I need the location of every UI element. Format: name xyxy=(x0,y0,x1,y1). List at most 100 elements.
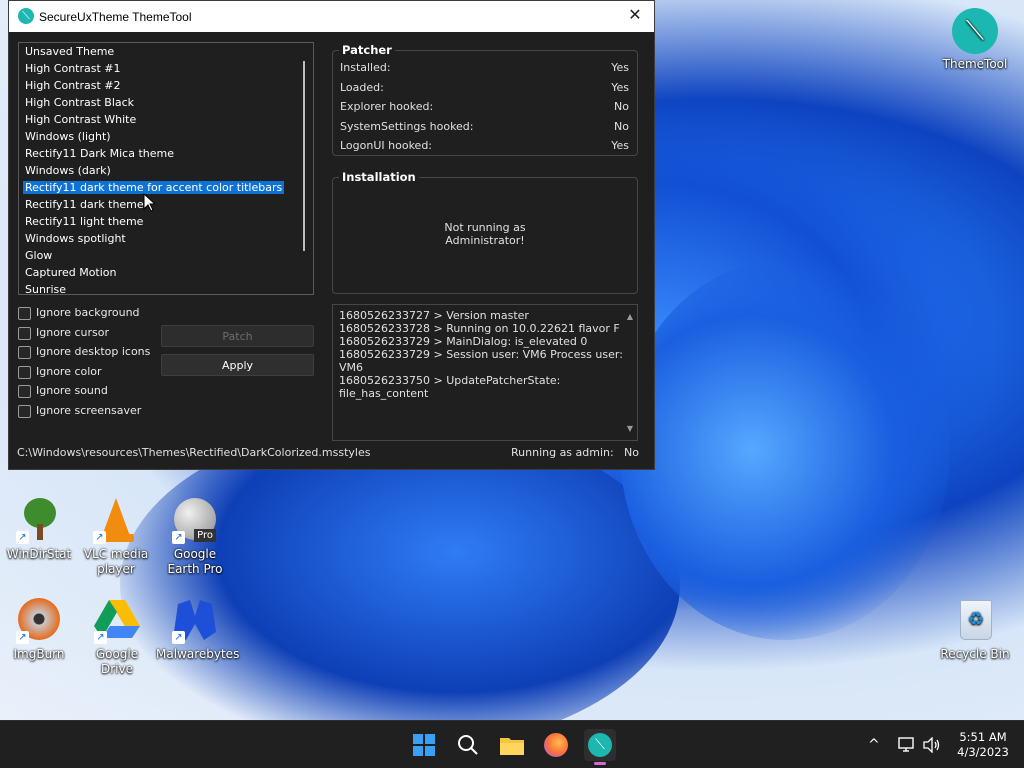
patcher-value: No xyxy=(614,100,629,113)
theme-list-item[interactable]: Rectify11 light theme xyxy=(19,213,313,230)
theme-list-item[interactable]: Rectify11 dark theme xyxy=(19,196,313,213)
scroll-down-icon[interactable]: ▼ xyxy=(627,422,633,435)
desktop-icon-recycle-bin[interactable]: ♻ Recycle Bin xyxy=(936,598,1014,662)
close-button[interactable]: ✕ xyxy=(624,5,646,27)
theme-list-item-label: Windows spotlight xyxy=(25,232,126,245)
shortcut-arrow-icon: ↗ xyxy=(172,531,185,544)
option-checkbox[interactable]: Ignore background xyxy=(18,304,140,322)
theme-path: C:\Windows\resources\Themes\Rectified\Da… xyxy=(17,446,371,459)
firefox-icon xyxy=(544,733,568,757)
option-checkbox[interactable]: Ignore screensaver xyxy=(18,402,141,420)
patcher-value: Yes xyxy=(611,81,629,94)
chevron-up-icon: ^ xyxy=(868,737,880,753)
theme-list-item[interactable]: Sunrise xyxy=(19,281,313,295)
desktop-icon-label: ImgBurn xyxy=(13,647,65,661)
desktop-icon-imgburn[interactable]: ↗ ImgBurn xyxy=(0,598,78,662)
theme-list-item[interactable]: High Contrast White xyxy=(19,111,313,128)
desktop-icon-malwarebytes[interactable]: ↗ Malwarebytes xyxy=(156,598,239,662)
theme-list-item[interactable]: High Contrast #2 xyxy=(19,77,313,94)
theme-list-item-label: High Contrast White xyxy=(25,113,137,126)
theme-list-item[interactable]: Windows (dark) xyxy=(19,162,313,179)
app-icon: ⟍ xyxy=(18,8,34,24)
installation-group: Installation Not running as Administrato… xyxy=(332,170,638,294)
option-checkbox[interactable]: Ignore desktop icons xyxy=(18,343,150,361)
option-checkbox[interactable]: Ignore sound xyxy=(18,382,108,400)
patcher-row: Installed: Yes xyxy=(340,61,629,77)
theme-list-item-label: Rectify11 light theme xyxy=(25,215,144,228)
installation-message-line: Administrator! xyxy=(445,234,525,247)
patch-button[interactable]: Patch xyxy=(161,325,314,347)
theme-list-scrollbar[interactable] xyxy=(303,61,305,251)
theme-list-item[interactable]: Glow xyxy=(19,247,313,264)
theme-list-item-label: Sunrise xyxy=(25,283,67,295)
malwarebytes-icon: ↗ xyxy=(172,598,218,644)
clock[interactable]: 5:51 AM 4/3/2023 xyxy=(952,721,1014,769)
title-bar[interactable]: ⟍ SecureUxTheme ThemeTool ✕ xyxy=(9,1,654,32)
theme-list-item-label: Captured Motion xyxy=(25,266,117,279)
patcher-row: Explorer hooked: No xyxy=(340,100,629,116)
theme-list-item[interactable]: High Contrast Black xyxy=(19,94,313,111)
shortcut-arrow-icon: ↗ xyxy=(16,531,29,544)
installation-group-title: Installation xyxy=(339,170,419,184)
volume-icon[interactable] xyxy=(923,721,941,769)
desktop-icon-vlc[interactable]: ↗ VLC media player xyxy=(77,498,155,577)
checkbox-icon xyxy=(18,326,31,340)
theme-list-item[interactable]: Rectify11 dark theme for accent color ti… xyxy=(19,179,313,196)
search-icon xyxy=(458,735,478,755)
patcher-label: SystemSettings hooked: xyxy=(340,120,474,133)
shortcut-arrow-icon: ↗ xyxy=(16,631,29,644)
shortcut-arrow-icon: ↗ xyxy=(172,631,185,644)
theme-list-item[interactable]: Captured Motion xyxy=(19,264,313,281)
admin-label: Running as admin: xyxy=(511,446,614,459)
theme-list-item-label: High Contrast #1 xyxy=(25,62,121,75)
themetool-icon: ⟍ xyxy=(588,733,612,757)
desktop-icon-label: Recycle Bin xyxy=(940,647,1010,661)
desktop-icon-label: ThemeTool xyxy=(942,57,1008,71)
network-icon[interactable] xyxy=(898,721,916,769)
option-checkbox[interactable]: Ignore cursor xyxy=(18,324,109,342)
log-box[interactable]: ▲ ▼ 1680526233727 > Version master 168052… xyxy=(332,304,638,441)
desktop-icon-label: WinDirStat xyxy=(6,547,72,561)
clock-date: 4/3/2023 xyxy=(957,745,1009,759)
firefox-button[interactable] xyxy=(540,729,572,761)
option-label: Ignore sound xyxy=(36,384,108,397)
scroll-up-icon[interactable]: ▲ xyxy=(627,310,633,323)
theme-list-item[interactable]: Rectify11 Dark Mica theme xyxy=(19,145,313,162)
start-button[interactable] xyxy=(408,729,440,761)
theme-list-item[interactable]: High Contrast #1 xyxy=(19,60,313,77)
vlc-cone-icon: ↗ xyxy=(93,498,139,544)
active-indicator xyxy=(594,762,606,765)
desktop-icon-google-drive[interactable]: ↗ Google Drive xyxy=(78,598,156,677)
log-line: 1680526233729 > MainDialog: is_elevated … xyxy=(339,335,588,348)
theme-list-item[interactable]: Windows (light) xyxy=(19,128,313,145)
patcher-value: Yes xyxy=(611,61,629,74)
theme-list-item-label: High Contrast Black xyxy=(25,96,135,109)
installation-message-line: Not running as xyxy=(444,221,526,234)
window-title: SecureUxTheme ThemeTool xyxy=(39,10,192,24)
clock-time: 5:51 AM xyxy=(959,730,1007,744)
recycle-bin-icon: ♻ xyxy=(952,598,998,644)
checkbox-icon xyxy=(18,384,31,398)
patcher-row: Loaded: Yes xyxy=(340,81,629,97)
show-hidden-icons-button[interactable]: ^ xyxy=(868,721,880,769)
desktop-icon-windirstat[interactable]: ↗ WinDirStat xyxy=(0,498,78,562)
theme-list-item[interactable]: Unsaved Theme xyxy=(19,43,313,60)
google-drive-icon: ↗ xyxy=(94,598,140,644)
apply-button[interactable]: Apply xyxy=(161,354,314,376)
theme-list-item[interactable]: Windows spotlight xyxy=(19,230,313,247)
desktop-icon-google-earth[interactable]: Pro ↗ Google Earth Pro xyxy=(156,498,234,577)
option-checkbox[interactable]: Ignore color xyxy=(18,363,102,381)
desktop-icon-themetool[interactable]: ⟍ ThemeTool xyxy=(936,8,1014,72)
theme-list-item-label: Rectify11 dark theme xyxy=(25,198,144,211)
windows-logo-icon xyxy=(413,734,435,756)
patcher-row: LogonUI hooked: Yes xyxy=(340,139,629,155)
theme-list[interactable]: Unsaved Theme High Contrast #1 High Contra… xyxy=(18,42,314,295)
desktop-icon-label: Google Earth Pro xyxy=(167,547,223,576)
log-line: 1680526233727 > Version master xyxy=(339,309,529,322)
log-line: 1680526233750 > UpdatePatcherState: file… xyxy=(339,374,561,400)
themetool-taskbar-button[interactable]: ⟍ xyxy=(584,729,616,765)
search-button[interactable] xyxy=(452,729,484,761)
checkbox-icon xyxy=(18,404,31,418)
desktop-icon-label: Google Drive xyxy=(95,647,139,676)
file-explorer-button[interactable] xyxy=(496,729,528,761)
